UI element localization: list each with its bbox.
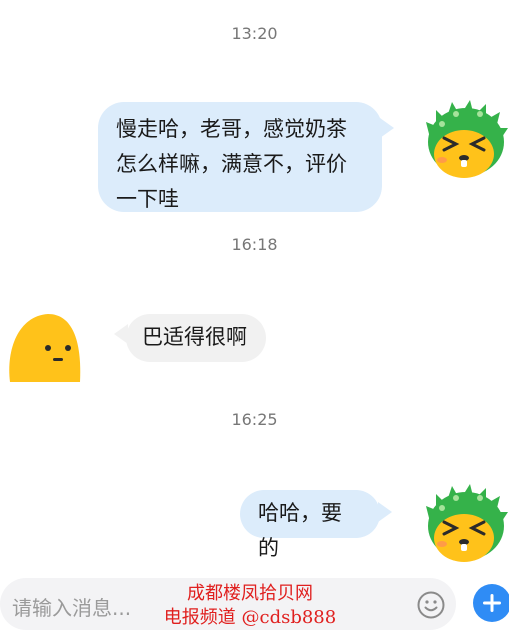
green-dino-avatar[interactable] [420, 476, 509, 566]
message-line: 巴适得很啊 [142, 325, 247, 349]
watermark: 成都楼凤拾贝网 电报频道 @cdsb888 [150, 582, 350, 630]
smiley-icon[interactable] [416, 590, 446, 620]
message-line: 哈哈，要的 [258, 501, 342, 560]
add-button[interactable] [473, 584, 509, 622]
timestamp: 16:25 [231, 410, 278, 429]
message-bubble-outgoing[interactable]: 慢走哈，老哥，感觉奶茶 怎么样嘛，满意不，评价 一下哇 [98, 102, 382, 212]
timestamp: 13:20 [231, 24, 278, 43]
yellow-blob-avatar[interactable] [4, 310, 84, 386]
message-bubble-outgoing[interactable]: 哈哈，要的 [240, 490, 380, 560]
message-bubble-incoming[interactable]: 巴适得很啊 [126, 314, 266, 362]
bubble-tail [378, 502, 392, 522]
plus-icon [483, 594, 501, 612]
message-line: 怎么样嘛，满意不，评价 [116, 152, 347, 176]
message-line: 慢走哈，老哥，感觉奶茶 [116, 117, 347, 141]
chat-history: 13:20 慢走哈，老哥，感觉奶茶 怎么样嘛，满意不，评价 一下哇 16:18 … [0, 0, 509, 575]
watermark-line: 电报频道 @cdsb888 [163, 607, 337, 628]
input-placeholder: 请输入消息... [12, 596, 132, 620]
message-line: 一下哇 [116, 187, 179, 211]
green-dino-avatar[interactable] [420, 92, 509, 182]
timestamp: 16:18 [231, 235, 278, 254]
watermark-line: 成都楼凤拾贝网 [187, 583, 313, 604]
bubble-tail [380, 118, 394, 138]
